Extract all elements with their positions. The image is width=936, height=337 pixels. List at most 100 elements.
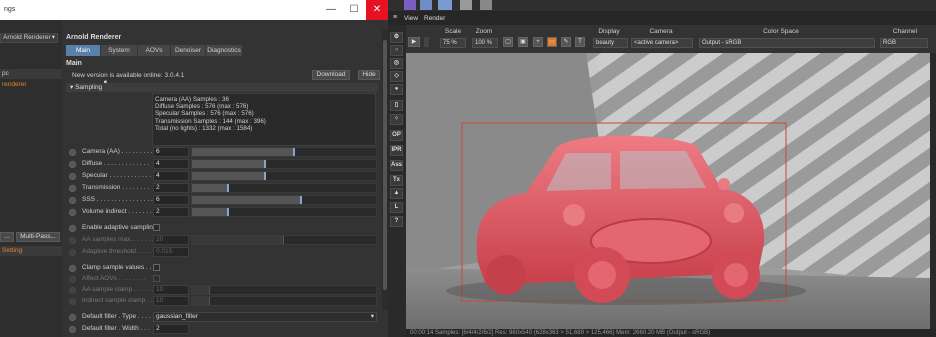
- tab-main[interactable]: Main: [66, 45, 100, 56]
- grid-icon[interactable]: [438, 0, 452, 10]
- crosshair-icon[interactable]: +: [533, 37, 543, 47]
- param-slider[interactable]: [191, 183, 377, 193]
- text-icon[interactable]: T: [575, 37, 585, 47]
- param-value-field[interactable]: 2: [153, 183, 189, 193]
- minimize-button[interactable]: —: [320, 0, 342, 20]
- camera-select[interactable]: <active camera>: [631, 38, 693, 48]
- tab-aovs[interactable]: AOVs: [138, 45, 170, 56]
- render-view-icon[interactable]: [404, 0, 416, 10]
- param-slider[interactable]: [191, 235, 377, 245]
- maximize-button[interactable]: ☐: [343, 0, 365, 20]
- param-value-field[interactable]: 6: [153, 195, 189, 205]
- param-transmission: Transmission . . . . . . . . 2: [66, 183, 378, 194]
- tab-denoiser[interactable]: Denoiser: [171, 45, 205, 56]
- multipass-button[interactable]: Multi-Pass...: [16, 232, 60, 242]
- param-label: SSS . . . . . . . . . . . . . . . .: [82, 196, 153, 203]
- viewport-scrollbar[interactable]: [930, 53, 936, 329]
- brush-icon[interactable]: ✎: [561, 37, 571, 47]
- menu-icon[interactable]: ≡: [393, 14, 397, 21]
- settings-item-setting[interactable]: Setting: [0, 246, 62, 256]
- colorspace-select[interactable]: Output - sRGB: [699, 38, 875, 48]
- ipr-icon[interactable]: IPR: [390, 145, 403, 156]
- param-value-field[interactable]: 20: [153, 235, 189, 245]
- keyframe-dot-icon[interactable]: [69, 173, 76, 180]
- param-slider[interactable]: [191, 159, 377, 169]
- slider-fill: [192, 286, 211, 294]
- region-render-icon[interactable]: ▭: [547, 37, 557, 47]
- keyframe-dot-icon[interactable]: [69, 249, 76, 256]
- param-value-field[interactable]: 4: [153, 159, 189, 169]
- keyframe-dot-icon[interactable]: [69, 287, 76, 294]
- param-value-field[interactable]: 0.015: [153, 247, 189, 257]
- tab-system[interactable]: System: [101, 45, 137, 56]
- settings-item-renderer[interactable]: renderer: [0, 80, 62, 90]
- param-value-field[interactable]: 10: [153, 285, 189, 295]
- keyframe-dot-icon[interactable]: [69, 314, 76, 321]
- more-button[interactable]: ...: [0, 232, 14, 242]
- param-slider[interactable]: [191, 296, 377, 306]
- sampling-section-header[interactable]: ▾ Sampling: [66, 83, 378, 92]
- keyframe-dot-icon[interactable]: [69, 237, 76, 244]
- scrollbar-thumb[interactable]: [383, 40, 387, 290]
- help-icon[interactable]: ?: [390, 216, 403, 227]
- param-value-field[interactable]: 2: [153, 207, 189, 217]
- keyframe-dot-icon[interactable]: [69, 197, 76, 204]
- settings-item-pc[interactable]: pc: [0, 69, 62, 79]
- operator-icon[interactable]: OP: [390, 130, 403, 141]
- param-value-field[interactable]: 2: [153, 324, 189, 334]
- keyframe-dot-icon[interactable]: [69, 209, 76, 216]
- menu-view[interactable]: View: [404, 15, 418, 22]
- keyframe-dot-icon[interactable]: [69, 276, 76, 283]
- hide-button[interactable]: Hide: [358, 70, 380, 80]
- sphere-icon[interactable]: ●: [390, 84, 403, 95]
- close-button[interactable]: ✕: [366, 0, 388, 20]
- param-slider[interactable]: [191, 147, 377, 157]
- keyframe-dot-icon[interactable]: [69, 161, 76, 168]
- bulb-icon[interactable]: [460, 0, 472, 10]
- crop-icon[interactable]: ▣: [518, 37, 528, 47]
- license-icon[interactable]: L: [390, 202, 403, 213]
- keyframe-dot-icon[interactable]: [69, 185, 76, 192]
- clamp-checkbox[interactable]: [153, 264, 160, 271]
- settings-item-label: renderer: [2, 81, 27, 88]
- region-icon[interactable]: ▢: [503, 37, 513, 47]
- ass-icon[interactable]: Ass: [390, 160, 403, 171]
- adaptive-checkbox[interactable]: [153, 224, 160, 231]
- display-select[interactable]: beauty: [593, 38, 628, 48]
- nodes-icon[interactable]: ⁘: [390, 114, 403, 125]
- camera-label: Camera: [649, 28, 673, 35]
- shader-icon[interactable]: ◇: [390, 71, 403, 82]
- scale-select[interactable]: 75 %: [440, 38, 466, 48]
- material-icon[interactable]: [420, 0, 432, 10]
- download-button[interactable]: Download: [312, 70, 350, 80]
- keyframe-dot-icon[interactable]: [69, 225, 76, 232]
- tab-diagnostics[interactable]: Diagnostics: [206, 45, 242, 56]
- keyframe-dot-icon[interactable]: [69, 326, 76, 333]
- tag-icon[interactable]: [480, 0, 492, 10]
- filter-type-select[interactable]: gaussian_filter ▾: [153, 312, 377, 322]
- menu-render[interactable]: Render: [424, 15, 445, 22]
- param-value-field[interactable]: 6: [153, 147, 189, 157]
- zoom-select[interactable]: 100 %: [472, 38, 498, 48]
- render-viewport[interactable]: [406, 53, 930, 329]
- render-icon[interactable]: ⚙: [390, 32, 403, 43]
- renderer-select[interactable]: Arnold Renderer ▾: [0, 33, 58, 43]
- pause-icon[interactable]: [424, 37, 429, 47]
- param-slider[interactable]: [191, 195, 377, 205]
- file-icon[interactable]: ▯: [390, 100, 403, 111]
- keyframe-dot-icon[interactable]: [69, 149, 76, 156]
- play-icon[interactable]: ▶: [408, 37, 420, 47]
- keyframe-dot-icon[interactable]: [69, 298, 76, 305]
- keyframe-dot-icon[interactable]: [69, 265, 76, 272]
- param-slider[interactable]: [191, 171, 377, 181]
- affect-aovs-checkbox[interactable]: [153, 275, 160, 282]
- param-slider[interactable]: [191, 285, 377, 295]
- globe-icon[interactable]: ◎: [390, 58, 403, 69]
- param-value-field[interactable]: 4: [153, 171, 189, 181]
- light-icon[interactable]: ○: [390, 45, 403, 56]
- param-slider[interactable]: [191, 207, 377, 217]
- arnold-icon[interactable]: ▲: [390, 188, 403, 199]
- tx-icon[interactable]: Tx: [390, 175, 403, 186]
- param-value-field[interactable]: 10: [153, 296, 189, 306]
- channel-select[interactable]: RGB: [880, 38, 928, 48]
